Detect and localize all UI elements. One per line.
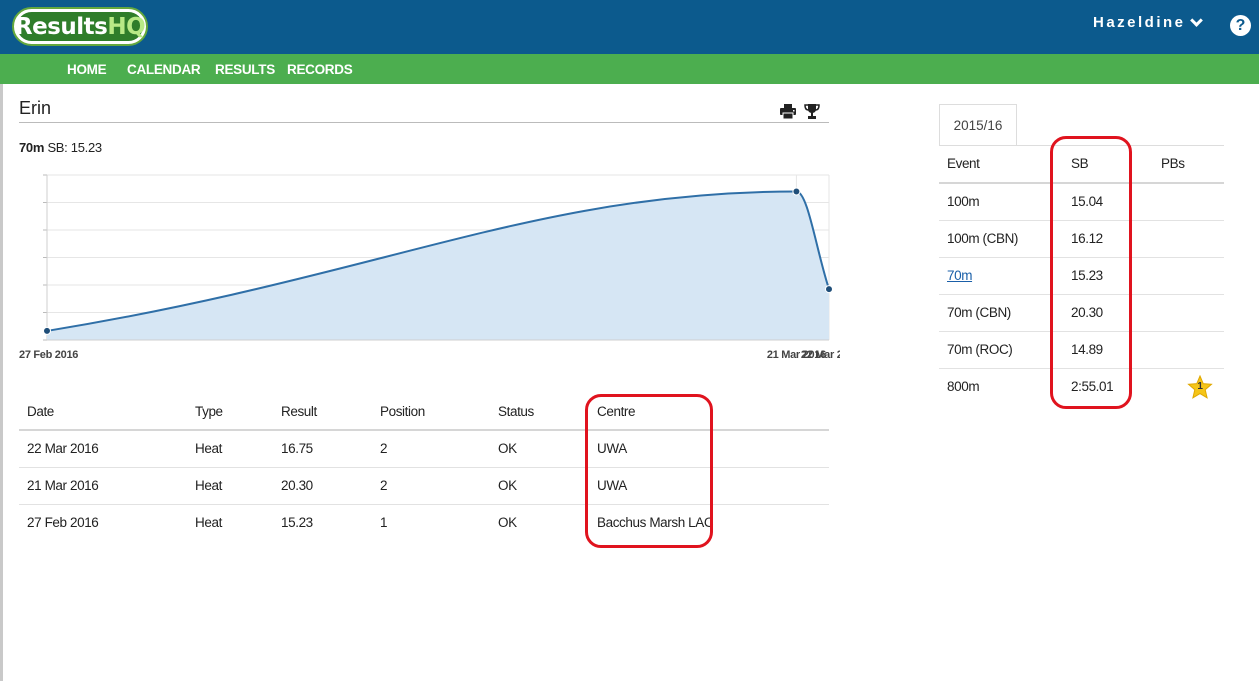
user-menu[interactable]: Hazeldine: [1093, 13, 1203, 31]
season-event: 800m: [947, 379, 980, 395]
cell-position: 2: [372, 467, 490, 505]
data-point: [825, 285, 833, 294]
logo-badge: ResultsHQ: [14, 12, 146, 41]
cell-position: 1: [380, 515, 388, 531]
season-row: 100m 15.04: [939, 183, 1224, 221]
cell-centre: UWA: [589, 430, 829, 468]
help-icon[interactable]: ?: [1230, 15, 1251, 36]
season-sb: 2:55.01: [1071, 379, 1114, 395]
top-bar: ResultsHQ Hazeldine ?: [0, 0, 1259, 54]
cell-status: OK: [498, 515, 517, 531]
data-point: [43, 326, 51, 335]
table-row: 22 Mar 2016 Heat 16.75 2 OK UWA: [19, 430, 829, 468]
nav-results[interactable]: RESULTS: [215, 62, 275, 77]
resultshq-logo[interactable]: ResultsHQ: [12, 7, 148, 46]
pb-count: 1: [1197, 380, 1203, 392]
cell-status: OK: [490, 467, 589, 505]
nav-calendar[interactable]: CALENDAR: [127, 62, 201, 77]
season-sb: 15.04: [1057, 183, 1155, 221]
season-pb: [1155, 220, 1224, 258]
star-icon: 1: [1187, 374, 1213, 399]
cell-status: OK: [490, 430, 589, 468]
event-summary: 70m SB: 15.23: [19, 140, 102, 155]
tab-season[interactable]: 2015/16: [939, 104, 1017, 146]
series-area-fill: [47, 191, 829, 340]
table-row: 27 Feb 2016 Heat 15.23 1 OK Bacchus Mars…: [19, 504, 829, 541]
trophy-icon[interactable]: [804, 104, 820, 119]
cell-centre: UWA: [589, 467, 829, 505]
cell-type: Heat: [195, 515, 222, 531]
x-tick-label: 27 Feb 2016: [19, 349, 78, 361]
nav-records[interactable]: RECORDS: [287, 62, 353, 77]
logo-text: ResultsHQ: [14, 13, 146, 40]
season-event: 70m: [939, 257, 1057, 295]
season-pb: [1155, 294, 1224, 332]
cell-date: 27 Feb 2016: [27, 515, 99, 531]
season-pb: [1155, 331, 1224, 369]
season-header-row: Event SB PBs: [939, 145, 1224, 184]
chevron-down-icon: [1189, 13, 1203, 27]
results-header-row: Date Type Result Position Status Centre: [19, 393, 829, 431]
season-row: 70m (ROC) 14.89: [939, 331, 1224, 369]
season-pb: 1: [1155, 368, 1224, 405]
season-bests-table: Event SB PBs 100m 15.04 100m (CBN) 16.12…: [939, 145, 1224, 405]
nav-home[interactable]: HOME: [67, 62, 107, 77]
cell-type: Heat: [187, 430, 273, 468]
user-name: Hazeldine: [1093, 14, 1186, 31]
logo-text-accent: HQ: [107, 13, 146, 40]
col-header-position[interactable]: Position: [372, 393, 490, 431]
data-point: [792, 187, 801, 196]
logo-text-main: Results: [14, 13, 108, 40]
season-pb: [1155, 257, 1224, 295]
col-header-pbs: PBs: [1155, 145, 1224, 184]
season-event: 70m (CBN): [939, 294, 1057, 332]
cell-date: 22 Mar 2016: [19, 430, 187, 468]
season-pb: [1155, 183, 1224, 221]
season-row: 70m 15.23: [939, 257, 1224, 295]
season-row: 100m (CBN) 16.12: [939, 220, 1224, 258]
print-icon[interactable]: [780, 104, 796, 119]
athlete-name: Erin: [19, 98, 52, 118]
season-row: 800m 2:55.01 1: [939, 368, 1224, 405]
season-sb: 14.89: [1057, 331, 1155, 369]
col-header-date[interactable]: Date: [19, 393, 187, 431]
results-table: Date Type Result Position Status Centre …: [19, 393, 829, 541]
cell-date: 21 Mar 2016: [19, 467, 187, 505]
cell-result: 16.75: [273, 430, 372, 468]
left-edge-bar: [0, 84, 3, 681]
cell-result: 15.23: [281, 515, 313, 531]
cell-centre: Bacchus Marsh LAC: [597, 515, 714, 531]
col-header-event: Event: [939, 145, 1057, 184]
season-event: 100m: [939, 183, 1057, 221]
cell-position: 2: [372, 430, 490, 468]
title-divider: [19, 122, 829, 123]
season-sb: 20.30: [1057, 294, 1155, 332]
season-event: 100m (CBN): [939, 220, 1057, 258]
season-row: 70m (CBN) 20.30: [939, 294, 1224, 332]
event-sb: SB: 15.23: [47, 140, 102, 155]
season-event-link-70m[interactable]: 70m: [947, 268, 972, 283]
main-nav: HOME CALENDAR RESULTS RECORDS: [0, 54, 1259, 84]
col-header-type[interactable]: Type: [187, 393, 273, 431]
results-chart: 27 Feb 201621 Mar 201622 Mar 2016: [19, 174, 840, 361]
col-header-result[interactable]: Result: [273, 393, 372, 431]
cell-result: 20.30: [273, 467, 372, 505]
season-event: 70m (ROC): [939, 331, 1057, 369]
table-row: 21 Mar 2016 Heat 20.30 2 OK UWA: [19, 467, 829, 505]
event-name: 70m: [19, 140, 45, 155]
season-sb: 15.23: [1057, 257, 1155, 295]
cell-type: Heat: [187, 467, 273, 505]
col-header-status[interactable]: Status: [490, 393, 589, 431]
col-header-sb: SB: [1057, 145, 1155, 184]
season-sb: 16.12: [1057, 220, 1155, 258]
x-tick-label: 22 Mar 2016: [801, 349, 840, 361]
col-header-centre[interactable]: Centre: [589, 393, 829, 431]
